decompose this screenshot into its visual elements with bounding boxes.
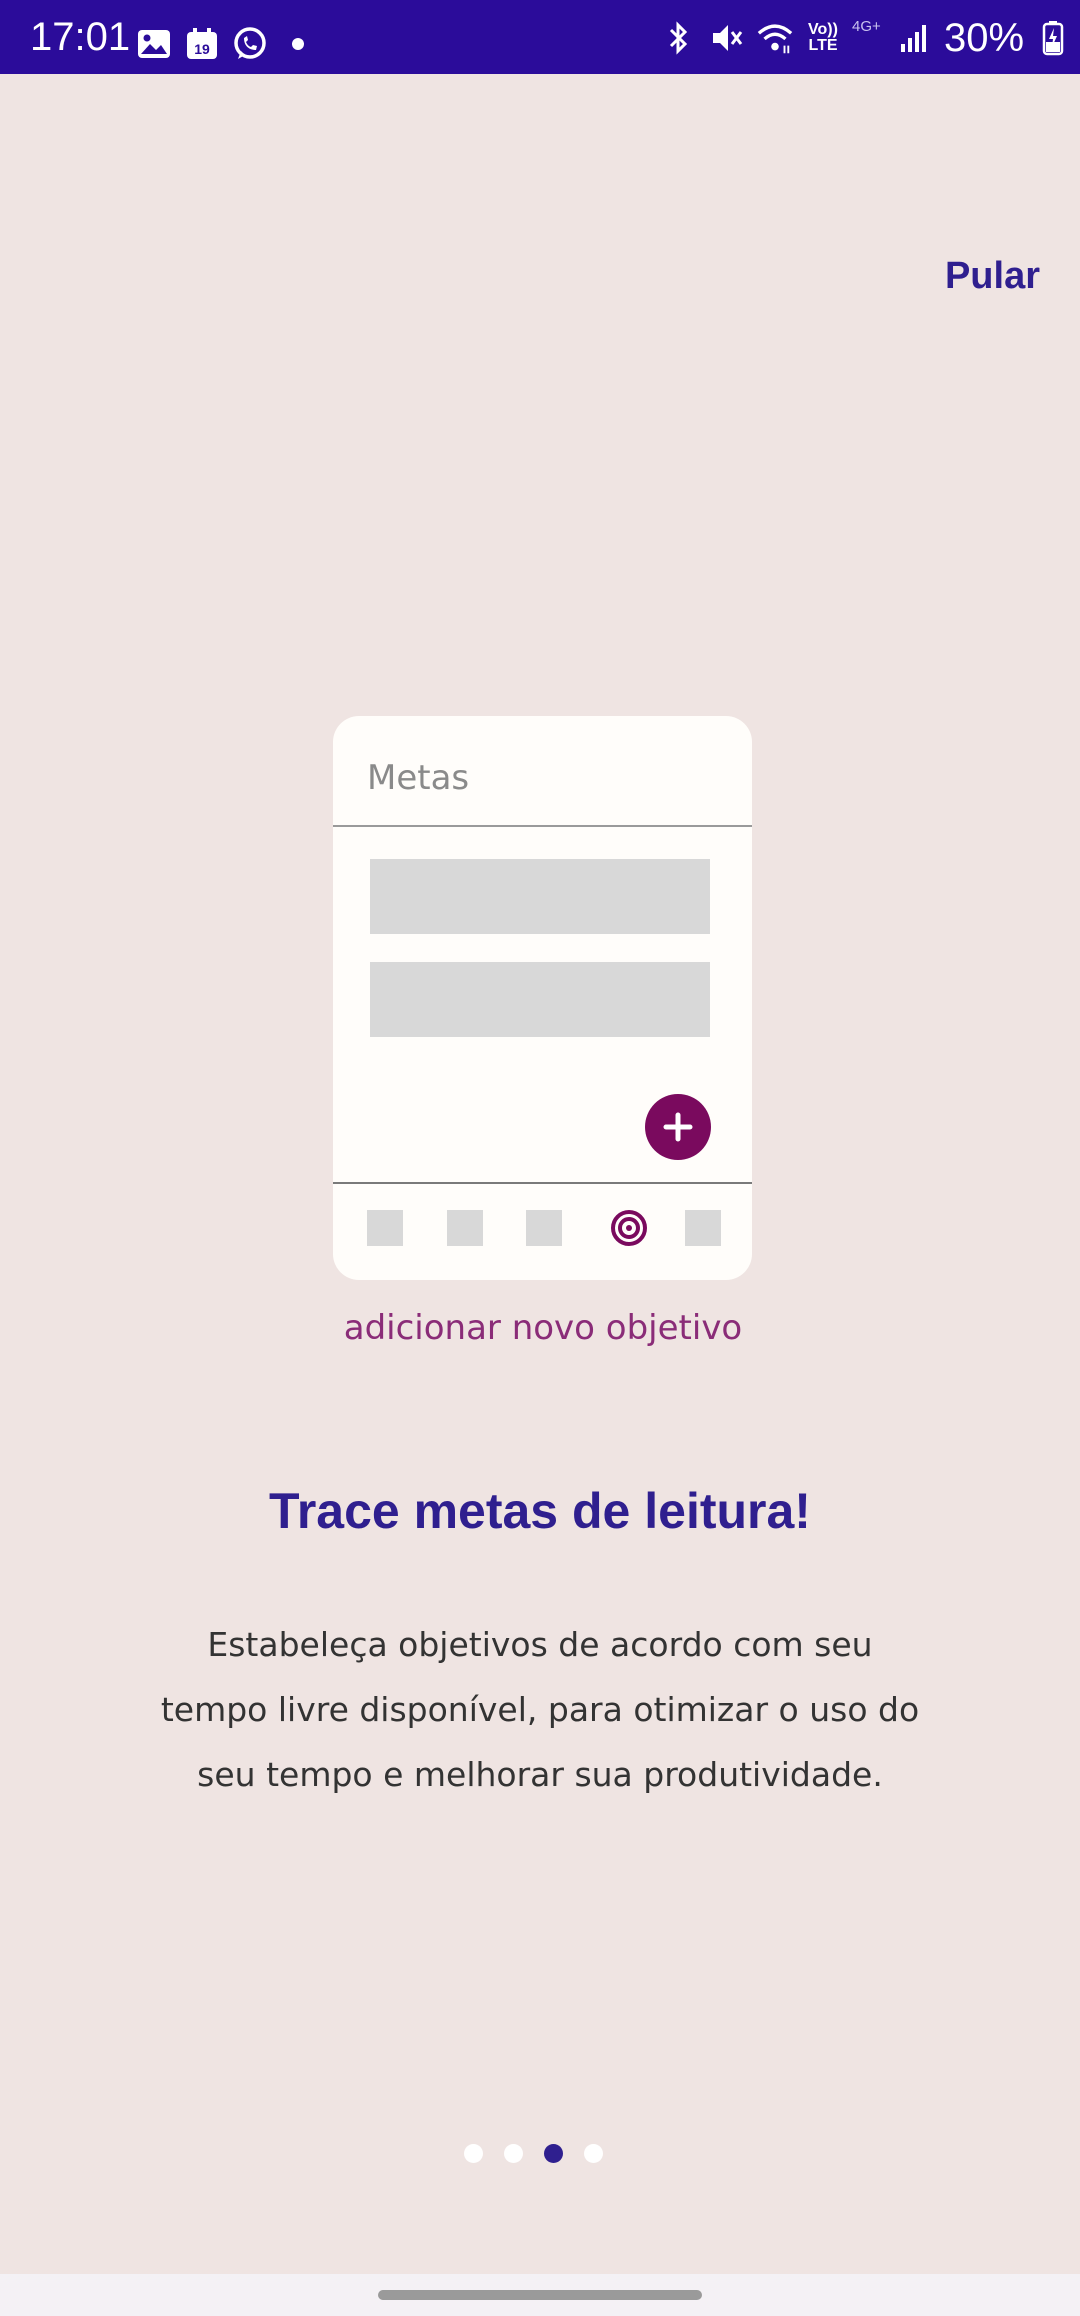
signal-icon xyxy=(896,19,934,57)
add-goal-button xyxy=(645,1094,711,1160)
volte-label: Vo)) xyxy=(808,21,838,38)
calendar-icon: 19 xyxy=(184,26,220,62)
placeholder-goal-1 xyxy=(370,859,710,934)
goals-illustration-card: Metas xyxy=(333,716,752,1280)
placeholder-goal-2 xyxy=(370,962,710,1037)
page-dot-3-active xyxy=(544,2144,563,2163)
page-dot-2 xyxy=(504,2144,523,2163)
illustration-caption: adicionar novo objetivo xyxy=(343,1308,743,1348)
whatsapp-icon xyxy=(232,26,268,62)
battery-icon xyxy=(1034,19,1072,57)
lte-label: LTE xyxy=(808,37,838,54)
dot-icon xyxy=(280,26,316,62)
status-time: 17:01 xyxy=(30,15,131,59)
card-divider xyxy=(333,825,752,827)
status-bar: 17:01 19 Vo)) LTE 4G+ 30% xyxy=(0,0,1080,74)
plus-icon xyxy=(663,1112,693,1142)
network-4g-label: 4G+ xyxy=(852,18,881,35)
nav-placeholder-3 xyxy=(526,1210,562,1246)
volte-icon: Vo)) LTE xyxy=(804,19,842,57)
page-title: Trace metas de leitura! xyxy=(269,1483,811,1539)
status-right-icons: Vo)) LTE 4G+ 30% xyxy=(660,16,1072,60)
wifi-icon xyxy=(756,19,794,57)
page-dot-4 xyxy=(584,2144,603,2163)
gallery-icon xyxy=(136,26,172,62)
home-indicator[interactable] xyxy=(378,2290,702,2300)
page-indicator xyxy=(464,2144,603,2164)
skip-button[interactable]: Pular xyxy=(900,250,1040,302)
nav-placeholder-2 xyxy=(447,1210,483,1246)
nav-placeholder-5 xyxy=(685,1210,721,1246)
target-icon xyxy=(609,1208,649,1248)
mute-icon xyxy=(708,19,746,57)
card-title: Metas xyxy=(367,758,470,798)
card-nav-divider xyxy=(333,1182,752,1184)
bluetooth-icon xyxy=(660,19,698,57)
nav-placeholder-1 xyxy=(367,1210,403,1246)
page-dot-1 xyxy=(464,2144,483,2163)
status-left-icons: 19 xyxy=(136,24,316,64)
battery-percent: 30% xyxy=(944,16,1025,60)
page-description: Estabeleça objetivos de acordo com seu t… xyxy=(160,1625,920,1794)
calendar-day: 19 xyxy=(194,41,210,57)
